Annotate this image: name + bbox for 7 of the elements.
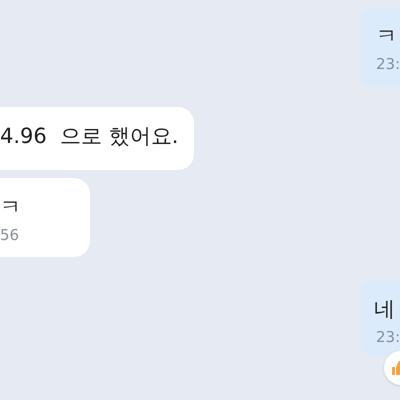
message-time: 23: xyxy=(376,54,400,74)
message-text: ㅋ xyxy=(0,194,22,221)
message-text: 네 xyxy=(374,296,396,323)
message-text: ㅋ xyxy=(376,23,398,50)
message-text: 4.96 으로 했어요. xyxy=(0,123,178,150)
message-time: 56 xyxy=(0,225,20,245)
message-time: 23: xyxy=(376,327,400,347)
